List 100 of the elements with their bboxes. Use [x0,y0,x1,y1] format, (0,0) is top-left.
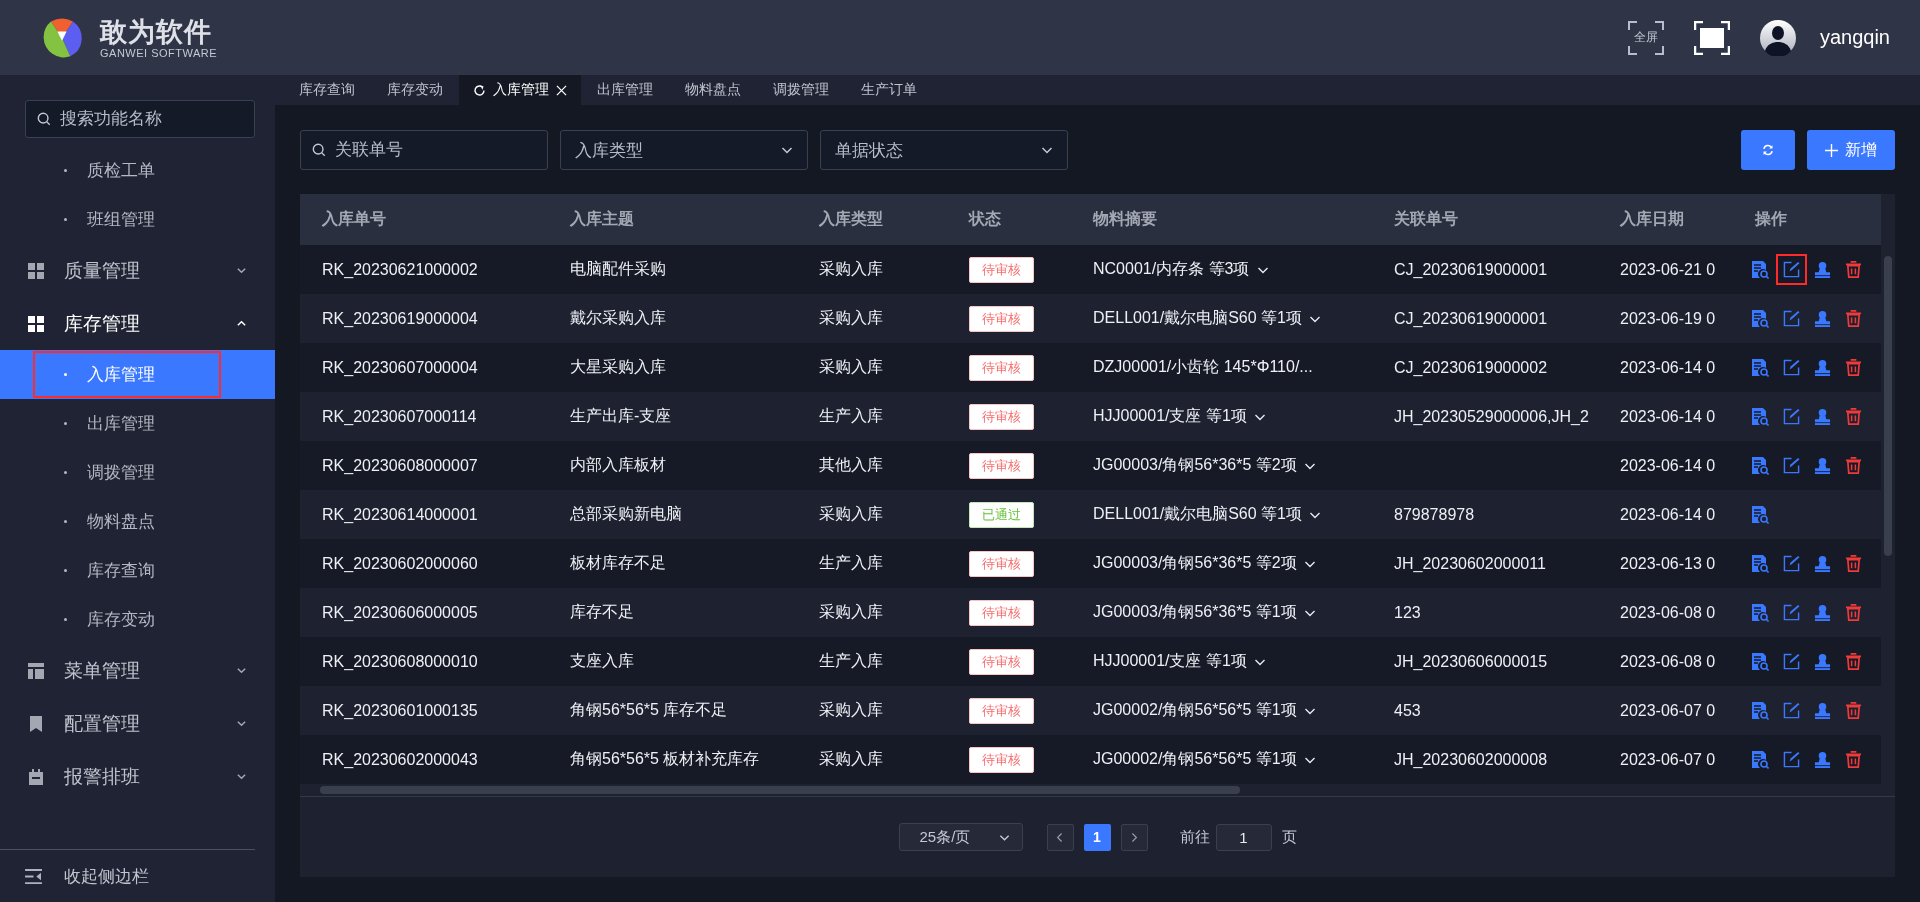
document-search-icon[interactable] [1751,505,1769,524]
document-search-icon[interactable] [1751,652,1769,671]
menu-item[interactable]: 物料盘点 [0,497,155,546]
user-icon[interactable] [1814,457,1831,474]
status-tag: 待审核 [969,305,1034,332]
table-cell-text: 采购入库 [818,504,884,524]
tab[interactable]: 出库管理 [581,75,669,105]
user-icon[interactable] [1814,408,1831,425]
add-button[interactable]: 新增 [1807,130,1895,170]
trash-icon[interactable] [1845,604,1862,621]
tab[interactable]: 库存查询 [283,75,371,105]
trash-icon[interactable] [1845,555,1862,572]
horizontal-scrollbar[interactable] [320,786,1240,794]
table-cell-text: 采购入库 [818,602,884,622]
menu-item[interactable]: 库存查询 [0,546,155,595]
table-cell: CJ_20230619000001 [1394,260,1548,279]
table-cell-text: 采购入库 [818,749,884,769]
user-icon[interactable] [1814,555,1831,572]
user-icon[interactable] [1814,604,1831,621]
column-header: 入库类型 [818,209,884,229]
fullscreen-button[interactable]: 全屏 [1627,20,1664,55]
trash-icon[interactable] [1845,751,1862,768]
trash-icon[interactable] [1845,261,1862,278]
menu-item[interactable]: 调拨管理 [0,448,155,497]
plus-icon [1825,143,1838,157]
document-search-icon[interactable] [1751,358,1769,377]
menu-item[interactable]: 班组管理 [0,195,155,244]
table-cell-text: RK_20230606000005 [321,603,479,622]
document-search-icon[interactable] [1751,309,1769,328]
table-cell-text: 内部入库板材 [569,455,667,475]
vertical-scrollbar[interactable] [1884,256,1892,556]
table-cell-text: 2023-06-14 0 [1619,407,1717,426]
menu-item[interactable]: 出库管理 [0,399,155,448]
menu-item[interactable]: 质检工单 [0,146,155,195]
user-icon[interactable] [1814,310,1831,327]
page-button[interactable]: 1 [1083,823,1111,851]
collapse-sidebar-button[interactable]: 收起侧边栏 [0,849,255,902]
menu-group[interactable]: 库存管理 [0,297,275,350]
user-icon[interactable] [1814,751,1831,768]
menu-group[interactable]: 配置管理 [0,697,275,750]
trash-icon[interactable] [1845,653,1862,670]
refresh-icon[interactable] [473,83,486,97]
user-icon[interactable] [1814,261,1831,278]
tab[interactable]: 库存变动 [371,75,459,105]
avatar-icon[interactable] [1759,19,1796,56]
table-cell-text: 2023-06-08 0 [1619,603,1717,622]
page-size-select[interactable]: 25条/页 [898,823,1023,851]
tab[interactable]: 物料盘点 [669,75,757,105]
user-icon[interactable] [1814,653,1831,670]
table-cell-text: 2023-06-07 0 [1619,701,1717,720]
trash-icon[interactable] [1845,359,1862,376]
chevron-right-icon [1130,831,1138,843]
chevron-icon [236,718,247,729]
select-field[interactable]: 单据状态 [820,130,1068,170]
user-icon[interactable] [1814,702,1831,719]
document-search-icon[interactable] [1751,456,1769,475]
search-icon [312,143,326,157]
document-search-icon[interactable] [1751,554,1769,573]
table-cell-text: 2023-06-21 0 [1619,260,1717,279]
status-tag: 待审核 [969,746,1034,773]
calendar-icon [28,768,44,785]
tab[interactable]: 入库管理 [459,75,581,105]
table-cell: CJ_20230619000001 [1394,309,1548,328]
edit-button[interactable] [1776,254,1807,285]
tab[interactable]: 调拨管理 [757,75,845,105]
user-name[interactable]: yangqin [1819,26,1890,49]
trash-icon[interactable] [1845,702,1862,719]
menu-group[interactable]: 质量管理 [0,244,275,297]
menu-search-field[interactable]: 搜索功能名称 [25,100,255,138]
brand-subtitle: GANWEI SOFTWARE [100,46,218,59]
page-number-field[interactable]: 1 [1215,823,1272,851]
document-search-icon[interactable] [1751,407,1769,426]
tab[interactable]: 生产订单 [845,75,933,105]
status-tag: 待审核 [969,452,1034,479]
menu-group[interactable]: 菜单管理 [0,644,275,697]
trash-icon[interactable] [1845,408,1862,425]
user-icon[interactable] [1814,359,1831,376]
table-cell-text: RK_20230602000060 [321,554,479,573]
table-cell-text: 采购入库 [818,357,884,377]
table-cell-text: 板材库存不足 [569,553,667,573]
document-search-icon[interactable] [1751,260,1769,279]
menu-group[interactable]: 报警排班 [0,750,275,803]
trash-icon[interactable] [1845,310,1862,327]
table-cell-text: 其他入库 [818,455,884,475]
table-cell-text: RK_20230601000135 [321,701,479,720]
table-cell-text: 采购入库 [818,259,884,279]
trash-icon[interactable] [1845,457,1862,474]
table-cell-text: 生产入库 [818,406,884,426]
document-search-icon[interactable] [1751,701,1769,720]
document-search-icon[interactable] [1751,750,1769,769]
close-icon[interactable] [556,84,567,96]
screen-icon[interactable] [1693,20,1730,55]
table-cell-text: 2023-06-14 0 [1619,456,1717,475]
table-cell: 453 [1394,701,1421,720]
menu-item[interactable]: 库存变动 [0,595,155,644]
select-field[interactable]: 入库类型 [560,130,808,170]
document-search-icon[interactable] [1751,603,1769,622]
table-cell-text: HJJ00001/支座 等1项 [1093,406,1247,426]
table-cell: 123 [1394,603,1421,622]
search-field[interactable]: 关联单号 [300,130,548,170]
